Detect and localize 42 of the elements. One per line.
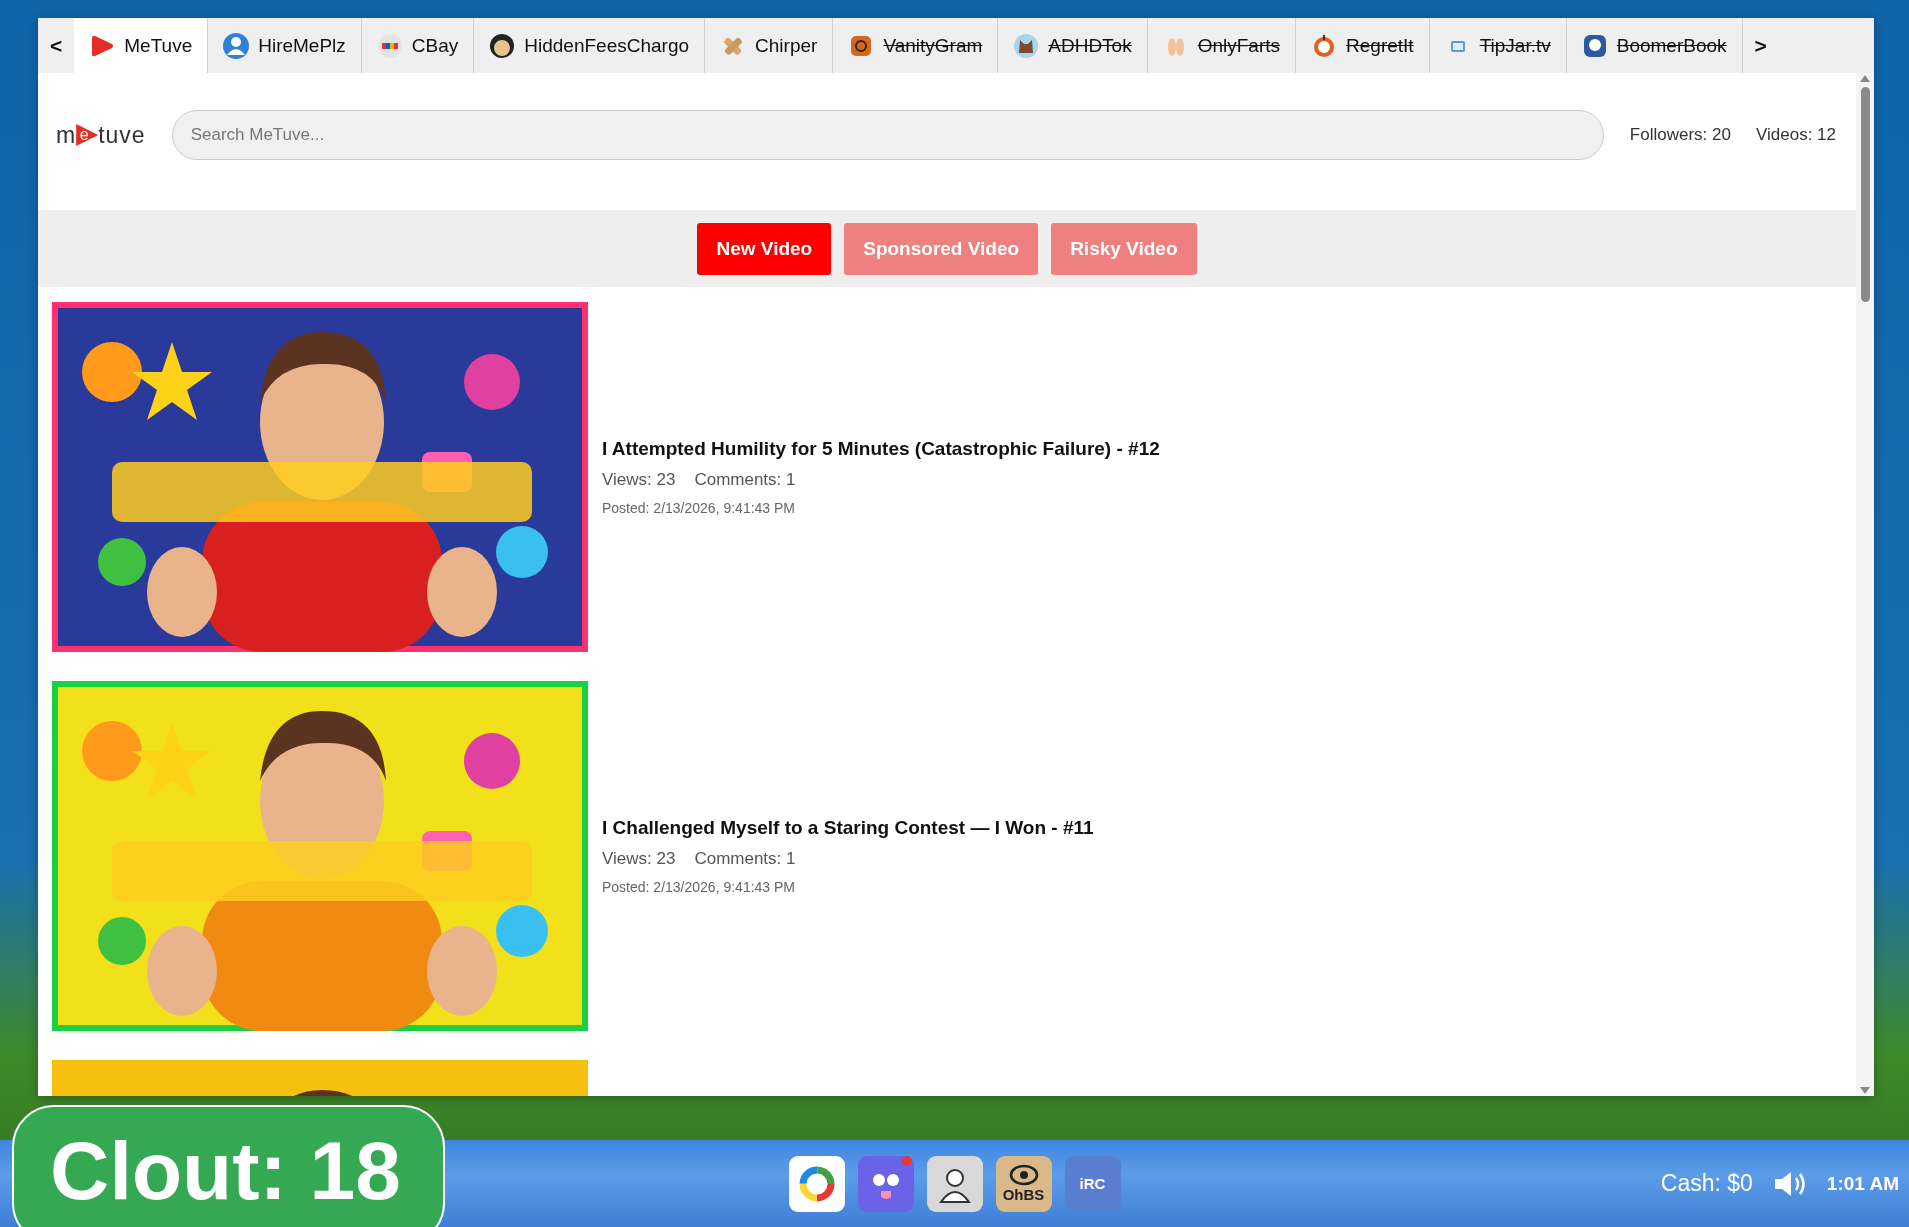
comments-count: Comments: 1 [694,470,796,490]
app-button[interactable]: iRC [1064,1155,1121,1212]
stat-text: Followers: 20 [1629,125,1731,145]
tag-icon [376,32,403,59]
eye-icon [1008,1164,1039,1186]
stat-text: Videos: 12 [1755,125,1836,145]
app-button[interactable] [926,1155,983,1212]
cash-text: Cash: $0 [1660,1170,1753,1197]
browser-tab[interactable]: RegretIt [1296,18,1430,73]
browser-tab[interactable]: MeTuve [74,18,209,73]
site-logo: m e tuve [56,120,146,150]
head-icon [489,32,516,59]
app-button[interactable]: OhBS [995,1155,1052,1212]
comments-count: Comments: 1 [694,849,796,869]
head-icon [1581,32,1608,59]
browser-tab[interactable]: HiddenFeesChargo [474,18,706,73]
video-button[interactable]: New Video [697,222,832,275]
video-title[interactable]: I Challenged Myself to a Staring Contest — I Won - #11 [602,817,1094,839]
browser-tab[interactable]: BoomerBook [1566,18,1743,73]
browser-tab[interactable]: ADHDTok [998,18,1148,73]
posted-date: Posted: 2/13/2026, 9:41:43 PM [602,879,797,895]
next-tab-button[interactable]: > [1742,18,1779,73]
volume-icon[interactable] [1772,1169,1807,1198]
previous-tab-button[interactable]: < [38,18,75,73]
views-count: Views: 23 [602,470,676,490]
browser-tab[interactable]: OnlyFarts [1147,18,1297,73]
scroll-down-icon[interactable] [1859,1086,1871,1096]
posted-date: Posted: 2/13/2026, 9:41:43 PM [602,500,797,516]
browser-tab[interactable]: HireMePlz [208,18,362,73]
clock-text: 1:01 AM [1826,1172,1899,1195]
browser-tab[interactable]: VanityGram [833,18,999,73]
browser-tab[interactable]: Chirper [705,18,834,73]
person-icon [223,32,250,59]
scroll-thumb[interactable] [1860,87,1870,302]
notification-dot [901,1155,912,1166]
views-count: Views: 23 [602,849,676,869]
video-title[interactable]: I Attempted Humility for 5 Minutes (Catastrophic Failure) - #12 [602,438,1160,460]
clout-badge: Clout: 18 [12,1105,445,1227]
search-field[interactable]: Search MeTuve... [171,110,1604,160]
browser-tab[interactable]: TipJar.tv [1429,18,1567,73]
cat-icon [1013,32,1040,59]
browser-tab[interactable]: CBay [361,18,475,73]
